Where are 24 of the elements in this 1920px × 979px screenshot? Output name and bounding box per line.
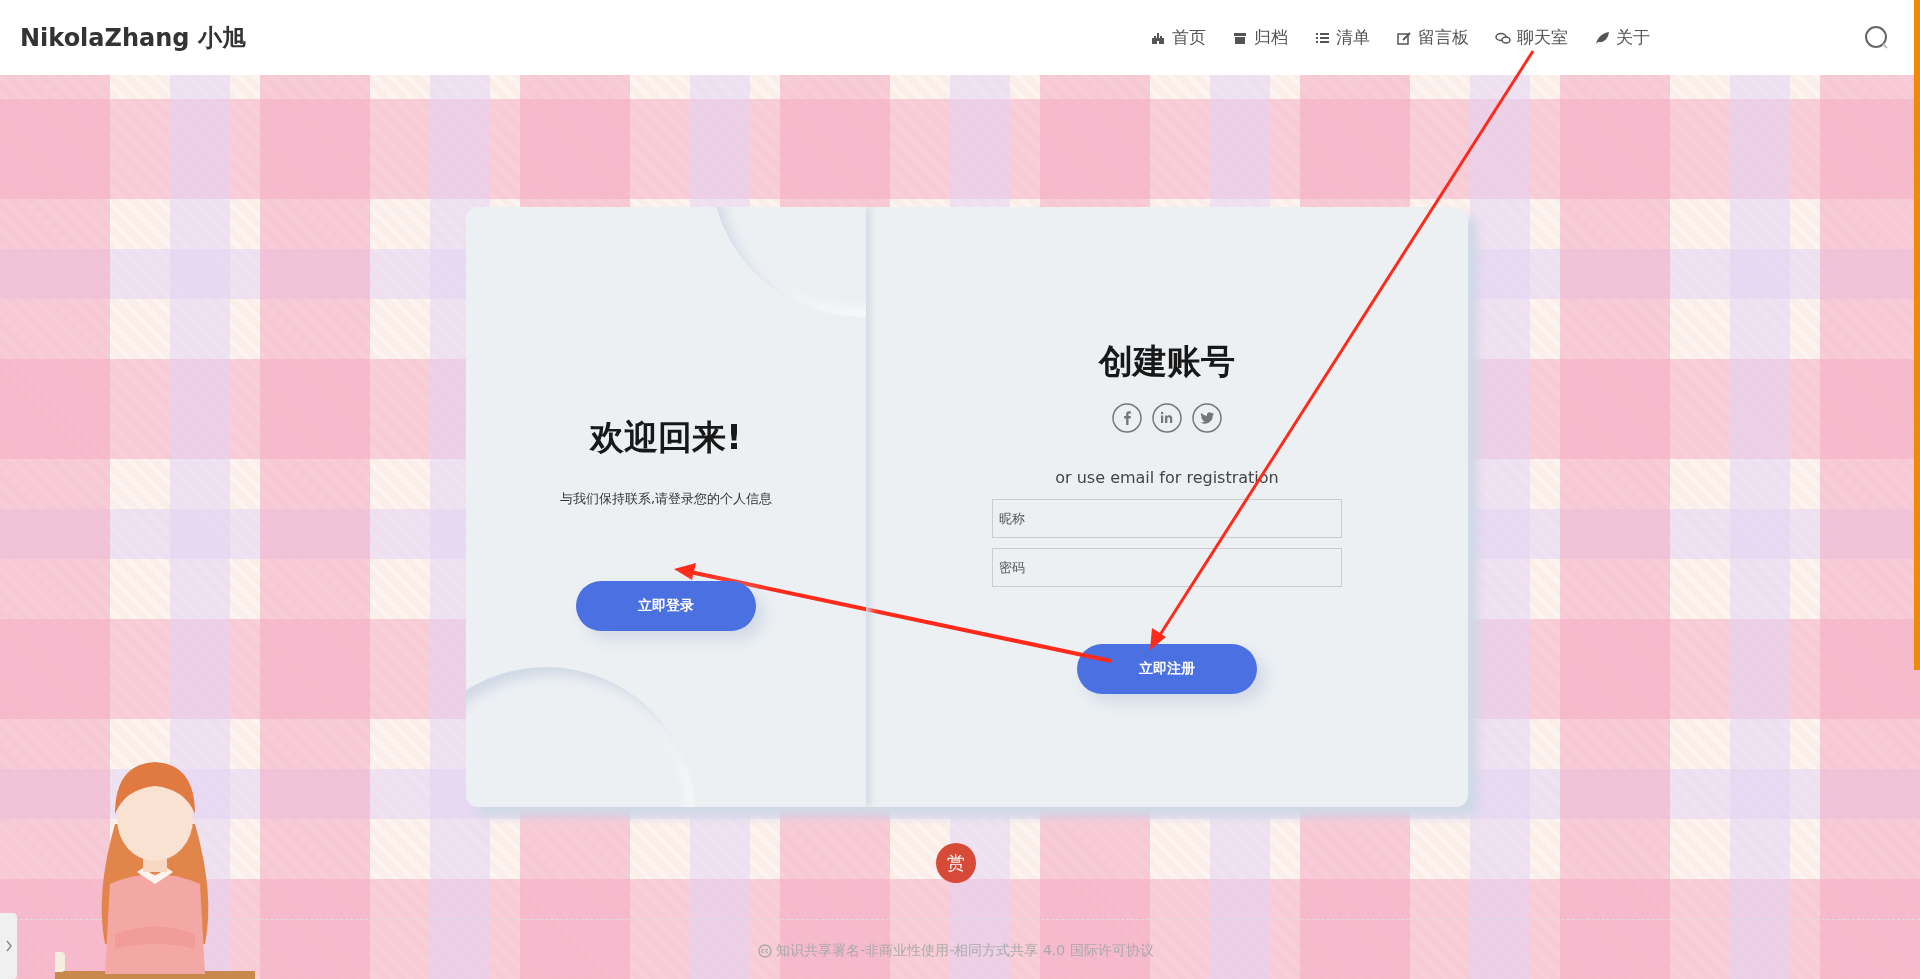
leaf-icon [1594,29,1610,46]
search-icon[interactable] [1864,24,1890,51]
nav-link[interactable]: 清单 [1314,26,1370,49]
register-button[interactable]: 立即注册 [1077,644,1257,694]
nav-link[interactable]: 聊天室 [1495,26,1568,49]
nav-link[interactable]: 留言板 [1396,26,1469,49]
register-title: 创建账号 [1099,341,1235,381]
reward-badge[interactable]: 赏 [936,843,976,883]
login-button[interactable]: 立即登录 [576,581,756,631]
twitter-icon[interactable] [1192,403,1222,433]
creative-commons-icon [758,944,773,958]
nav-link[interactable]: 首页 [1150,26,1206,49]
login-subtitle: 与我们保持联系,请登录您的个人信息 [559,491,773,507]
nav-link[interactable]: 归档 [1232,26,1288,49]
input-field[interactable]: 密码 [992,548,1342,587]
nav-link[interactable]: 关于 [1594,26,1650,49]
linkedin-icon[interactable] [1152,403,1182,433]
welcome-title: 欢迎回来! [590,417,742,457]
edit-icon [1396,29,1412,46]
site-logo[interactable]: NikolaZhang 小旭 [20,21,246,54]
chevron-right-icon [4,940,13,952]
facebook-icon[interactable] [1112,403,1142,433]
scrollbar-thumb[interactable] [1914,0,1920,670]
input-field[interactable]: 昵称 [992,499,1342,538]
